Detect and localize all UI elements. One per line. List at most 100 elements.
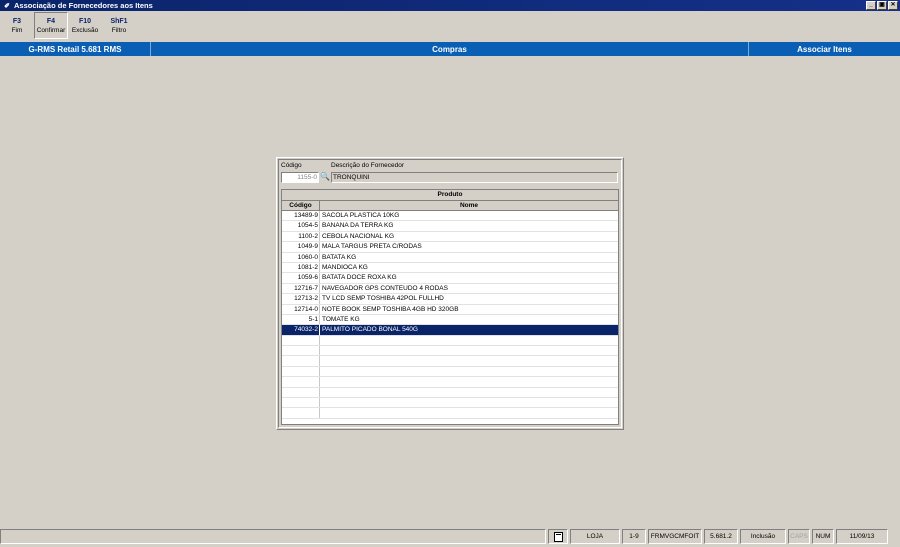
- status-loja: LOJA: [570, 529, 620, 544]
- button-label: Filtro: [111, 26, 127, 34]
- button-label: Exclusão: [71, 26, 99, 34]
- cell-nome: [320, 377, 618, 386]
- cell-nome: TV LCD SEMP TOSHIBA 42POL FULLHD: [322, 295, 444, 303]
- table-row[interactable]: 1081-2 MANDIOCA KG: [282, 262, 618, 274]
- filtro-button[interactable]: ShF1 Filtro: [102, 12, 136, 39]
- cell-nome: BATATA KG: [322, 253, 357, 261]
- cell-nome: [320, 398, 618, 407]
- table-row[interactable]: 13489-9 SACOLA PLASTICA 10KG: [282, 211, 618, 222]
- empty-table-row[interactable]: [282, 356, 618, 367]
- cell-nome: BATATA DOCE ROXA KG: [322, 274, 397, 282]
- cell-nome: CEBOLA NACIONAL KG: [322, 232, 395, 240]
- table-row[interactable]: 12716-7 NAVEGADOR GPS CONTEUDO 4 RODAS: [282, 283, 618, 295]
- cell-codigo: [282, 335, 320, 346]
- cell-codigo: 12716-7: [282, 283, 320, 294]
- table-row[interactable]: 5-1 TOMATE KG: [282, 314, 618, 326]
- column-header-nome[interactable]: Nome: [320, 201, 618, 210]
- function-name: Associar Itens: [797, 44, 852, 54]
- key-label: F3: [12, 17, 22, 25]
- close-button[interactable]: ✕: [888, 1, 898, 10]
- cell-nome: NAVEGADOR GPS CONTEUDO 4 RODAS: [322, 284, 448, 292]
- cell-codigo: 5-1: [282, 314, 320, 325]
- button-label: Confirmar: [36, 26, 66, 34]
- status-mode: Inclusão: [740, 529, 786, 544]
- cell-codigo: [282, 356, 320, 366]
- key-label: F4: [46, 17, 56, 25]
- cell-nome: [320, 336, 618, 345]
- cell-nome: NOTE BOOK SEMP TOSHIBA 4GB HD 320GB: [322, 305, 459, 313]
- empty-table-row[interactable]: [282, 398, 618, 409]
- cell-codigo: [282, 387, 320, 398]
- table-row[interactable]: 1059-6 BATATA DOCE ROXA KG: [282, 273, 618, 284]
- cell-nome: SACOLA PLASTICA 10KG: [322, 212, 400, 219]
- table-row[interactable]: 1049-9 MALA TARGUS PRETA C/RODAS: [282, 242, 618, 253]
- empty-table-row[interactable]: [282, 387, 618, 399]
- fim-button[interactable]: F3 Fim: [0, 12, 34, 39]
- cell-codigo: 74032-2: [282, 325, 320, 335]
- empty-table-row[interactable]: [282, 335, 618, 347]
- table-row[interactable]: 1100-2 CEBOLA NACIONAL KG: [282, 231, 618, 243]
- system-name: G-RMS Retail 5.681 RMS: [0, 42, 151, 56]
- table-row[interactable]: 12714-0 NOTE BOOK SEMP TOSHIBA 4GB HD 320…: [282, 304, 618, 315]
- status-doc-cell[interactable]: [548, 529, 568, 544]
- cell-codigo: 1060-0: [282, 252, 320, 262]
- cell-codigo: [282, 346, 320, 356]
- empty-table-row[interactable]: [282, 408, 618, 419]
- cell-codigo: [282, 398, 320, 408]
- status-bar: LOJA 1-9 FRMVGCMFOIT 5.681.2 Inclusão CA…: [0, 529, 900, 545]
- window-controls: _ ▣ ✕: [866, 1, 898, 10]
- empty-table-row[interactable]: [282, 377, 618, 388]
- cell-nome: [320, 356, 618, 365]
- cell-nome: MANDIOCA KG: [322, 263, 368, 271]
- cell-codigo: 1049-9: [282, 242, 320, 252]
- grid-body: 13489-9 SACOLA PLASTICA 10KG 1054-5 BANANA …: [282, 211, 618, 419]
- cell-nome: TOMATE KG: [322, 315, 360, 323]
- table-row[interactable]: 74032-2 PALMITO PICADO BONAL 540G: [282, 325, 618, 336]
- table-row[interactable]: 12713-2 TV LCD SEMP TOSHIBA 42POL FULLHD: [282, 294, 618, 305]
- cell-nome: PALMITO PICADO BONAL 540G: [322, 326, 418, 334]
- descricao-field[interactable]: TRONQUINI: [331, 172, 618, 183]
- status-date: 11/09/13: [836, 529, 888, 544]
- key-label: F10: [78, 17, 92, 25]
- codigo-field[interactable]: 1155-0: [281, 172, 319, 183]
- cell-nome: MALA TARGUS PRETA C/RODAS: [322, 243, 422, 251]
- confirmar-button[interactable]: F4 Confirmar: [34, 12, 68, 39]
- module-name: Compras: [151, 42, 749, 56]
- cell-codigo: 1059-6: [282, 273, 320, 283]
- cell-codigo: 13489-9: [282, 211, 320, 221]
- cell-codigo: 1081-2: [282, 262, 320, 273]
- cell-codigo: 12713-2: [282, 294, 320, 304]
- cell-codigo: 1054-5: [282, 221, 320, 231]
- status-range: 1-9: [622, 529, 646, 544]
- function-key-toolbar: F3 Fim F4 Confirmar F10 Exclusão ShF1 Fi…: [0, 12, 136, 40]
- module-header: G-RMS Retail 5.681 RMS Compras Associar …: [0, 42, 900, 56]
- cell-codigo: [282, 377, 320, 387]
- cell-codigo: [282, 408, 320, 418]
- empty-table-row[interactable]: [282, 346, 618, 357]
- status-version: 5.681.2: [704, 529, 738, 544]
- status-form: FRMVGCMFOIT: [648, 529, 702, 544]
- cell-nome: [320, 408, 618, 417]
- status-caps: CAPS: [788, 529, 810, 544]
- cell-codigo: [282, 366, 320, 377]
- table-row[interactable]: 1060-0 BATATA KG: [282, 252, 618, 263]
- restore-button[interactable]: ▣: [877, 1, 887, 10]
- binoculars-search-icon[interactable]: 🔍: [319, 172, 331, 183]
- cell-nome: [320, 388, 618, 397]
- cell-codigo: 12714-0: [282, 304, 320, 314]
- title-bar: ✐ Associação de Fornecedores aos Itens _…: [0, 0, 900, 11]
- window-title: Associação de Fornecedores aos Itens: [14, 1, 153, 10]
- status-message: [0, 529, 546, 544]
- key-label: ShF1: [110, 17, 128, 25]
- app-icon: ✐: [4, 2, 10, 10]
- table-row[interactable]: 1054-5 BANANA DA TERRA KG: [282, 221, 618, 232]
- minimize-button[interactable]: _: [866, 1, 876, 10]
- grid-column-headers: Código Nome: [282, 201, 618, 211]
- cell-nome: [320, 346, 618, 355]
- exclusao-button[interactable]: F10 Exclusão: [68, 12, 102, 39]
- column-header-codigo[interactable]: Código: [282, 201, 320, 210]
- cell-nome: BANANA DA TERRA KG: [322, 222, 394, 230]
- empty-table-row[interactable]: [282, 366, 618, 378]
- grid-group-header: Produto: [282, 190, 618, 201]
- cell-codigo: 1100-2: [282, 231, 320, 242]
